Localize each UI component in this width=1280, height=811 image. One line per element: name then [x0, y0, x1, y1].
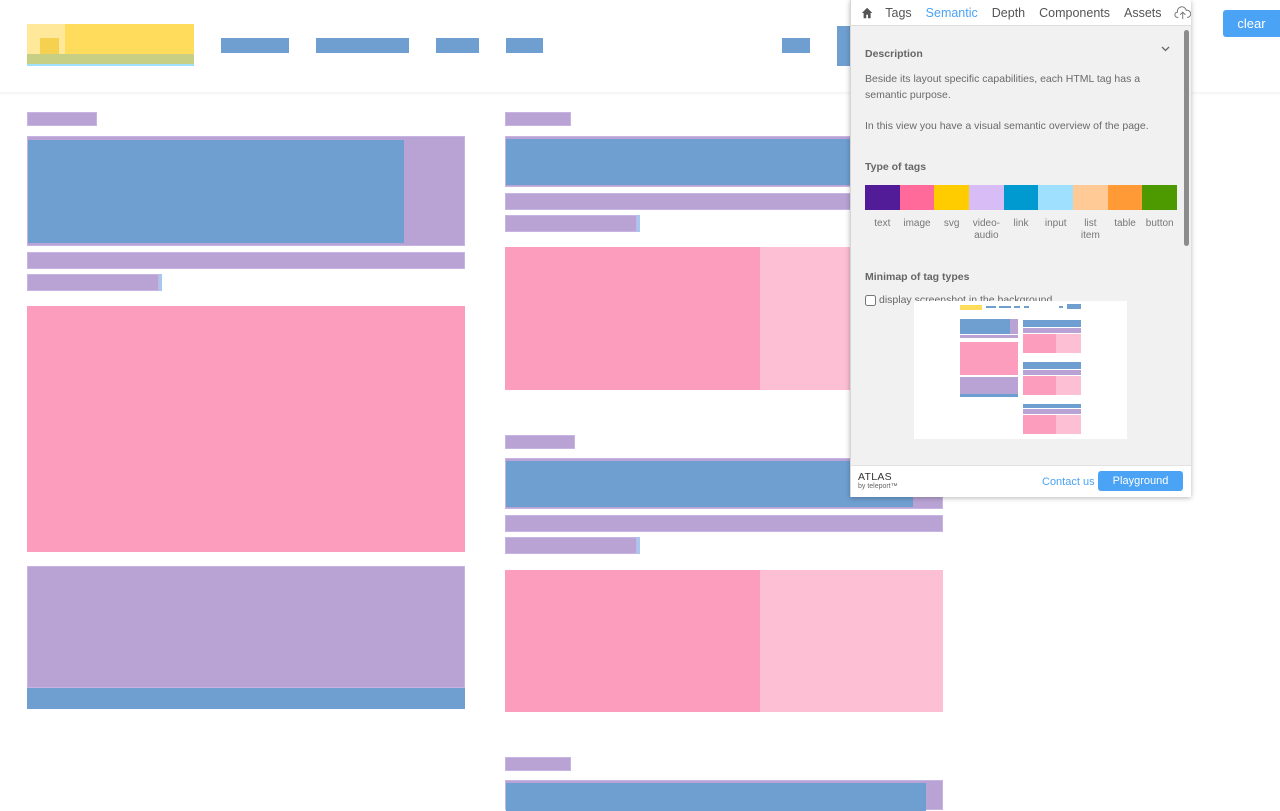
minimap-card-3-meta [1023, 409, 1081, 414]
card-1-meta [505, 215, 637, 232]
nav-link-1[interactable] [221, 38, 289, 53]
card-1-image[interactable] [505, 247, 760, 390]
playground-button[interactable]: Playground [1098, 471, 1183, 491]
tag-label-image: image [903, 218, 931, 229]
tag-label-text: text [874, 218, 891, 229]
card-3-title-link[interactable] [506, 783, 926, 811]
site-logo[interactable] [27, 24, 194, 66]
minimap[interactable] [914, 301, 1127, 439]
tag-label-link: link [1013, 218, 1029, 229]
tag-swatch-video-audio [969, 185, 1004, 210]
minimap-left-image [960, 342, 1018, 375]
panel-scrollbar[interactable] [1184, 30, 1189, 246]
tab-tags[interactable]: Tags [885, 6, 911, 20]
panel-nav: Tags Semantic Depth Components Assets [851, 0, 1191, 26]
minimap-card-2-title [1023, 362, 1081, 369]
contact-us-link[interactable]: Contact us [1042, 476, 1095, 488]
article-hero-image[interactable] [27, 306, 465, 552]
logo-input-strip [27, 64, 194, 66]
minimap-card-2-image-side [1056, 376, 1081, 395]
article-read-more-link[interactable] [27, 688, 465, 709]
atlas-panel: Tags Semantic Depth Components Assets De… [850, 0, 1191, 497]
panel-footer: ATLAS by teleport™ Contact us Playground [851, 465, 1191, 497]
card-2-author [505, 515, 943, 532]
card-2-image-side [760, 570, 943, 712]
tab-assets[interactable]: Assets [1124, 6, 1162, 20]
tag-swatch-link [1003, 185, 1039, 210]
description-title: Description [865, 48, 923, 60]
minimap-nav [986, 306, 996, 308]
tag-label-table: table [1114, 218, 1136, 229]
article-meta [27, 274, 159, 291]
minimap-card-3-image [1023, 415, 1056, 434]
nav-link-3[interactable] [436, 38, 479, 53]
tab-depth[interactable]: Depth [992, 6, 1025, 20]
nav-link-4[interactable] [506, 38, 543, 53]
tag-label-input: input [1044, 218, 1067, 229]
minimap-card-1-image-side [1056, 334, 1081, 353]
home-icon[interactable] [861, 6, 873, 20]
tag-swatch-text [865, 185, 900, 210]
nav-link-2[interactable] [316, 38, 409, 53]
minimap-card-1-image [1023, 334, 1056, 353]
card-2-meta-marker [637, 537, 640, 554]
minimap-card-1-title [1023, 320, 1081, 327]
tag-swatch-input [1038, 185, 1074, 210]
minimap-logo [960, 305, 982, 310]
minimap-card-2-meta [1023, 370, 1081, 375]
article-title-block [27, 136, 465, 246]
article-author [27, 252, 465, 269]
card-1-category [505, 112, 571, 126]
tag-label-svg: svg [943, 218, 960, 229]
atlas-brand-sub: by teleport™ [858, 483, 898, 490]
types-title: Type of tags [865, 161, 927, 173]
minimap-left-title-link [960, 319, 1010, 334]
card-1-meta-marker [637, 215, 640, 232]
tag-swatch-table [1107, 185, 1143, 210]
minimap-nav [999, 306, 1011, 308]
tag-type-swatches [865, 185, 1178, 210]
tag-label-video-audio: video- audio [972, 218, 1000, 241]
card-2-image[interactable] [505, 570, 760, 712]
description-paragraph-1: Beside its layout specific capabilities,… [865, 73, 1141, 101]
card-3-category [505, 757, 571, 771]
atlas-logo: ATLAS by teleport™ [858, 472, 898, 491]
atlas-brand: ATLAS [858, 471, 892, 483]
logo-underline [27, 54, 194, 64]
tag-swatch-image [899, 185, 935, 210]
background-screenshot-checkbox[interactable] [865, 294, 876, 306]
article-excerpt [27, 566, 465, 688]
article-meta-marker [159, 274, 162, 291]
description-paragraph-2: In this view you have a visual semantic … [865, 120, 1149, 132]
card-2-category [505, 435, 575, 449]
tab-components[interactable]: Components [1039, 6, 1110, 20]
nav-link-5[interactable] [782, 38, 810, 53]
minimap-title: Minimap of tag types [865, 271, 970, 283]
article-title-link[interactable] [28, 140, 404, 243]
card-3-title-block [505, 780, 943, 811]
tag-label-list-item: list item [1080, 218, 1100, 241]
minimap-card-3-title [1023, 404, 1081, 408]
tab-semantic[interactable]: Semantic [926, 6, 978, 20]
minimap-nav [1024, 306, 1029, 308]
card-2-meta [505, 537, 637, 554]
minimap-card-2-image [1023, 376, 1056, 395]
minimap-nav [1059, 306, 1063, 308]
chevron-down-icon[interactable] [1161, 46, 1170, 52]
tag-swatch-list-item [1073, 185, 1108, 210]
article-category [27, 112, 97, 126]
minimap-card-1-meta [1023, 328, 1081, 333]
tag-label-button: button [1145, 218, 1174, 229]
tag-type-labels: text image svg video- audio link input list it… [865, 218, 1177, 242]
cloud-upload-icon[interactable] [1173, 5, 1191, 21]
tag-swatch-button [1142, 185, 1178, 210]
minimap-card-3-image-side [1056, 415, 1081, 434]
minimap-left-link [960, 394, 1018, 397]
clear-button[interactable]: clear [1223, 10, 1280, 37]
minimap-cta [1067, 304, 1081, 309]
minimap-left-meta [960, 335, 1018, 338]
minimap-left-excerpt [960, 377, 1018, 394]
minimap-nav [1014, 306, 1020, 308]
tag-swatch-svg [934, 185, 970, 210]
